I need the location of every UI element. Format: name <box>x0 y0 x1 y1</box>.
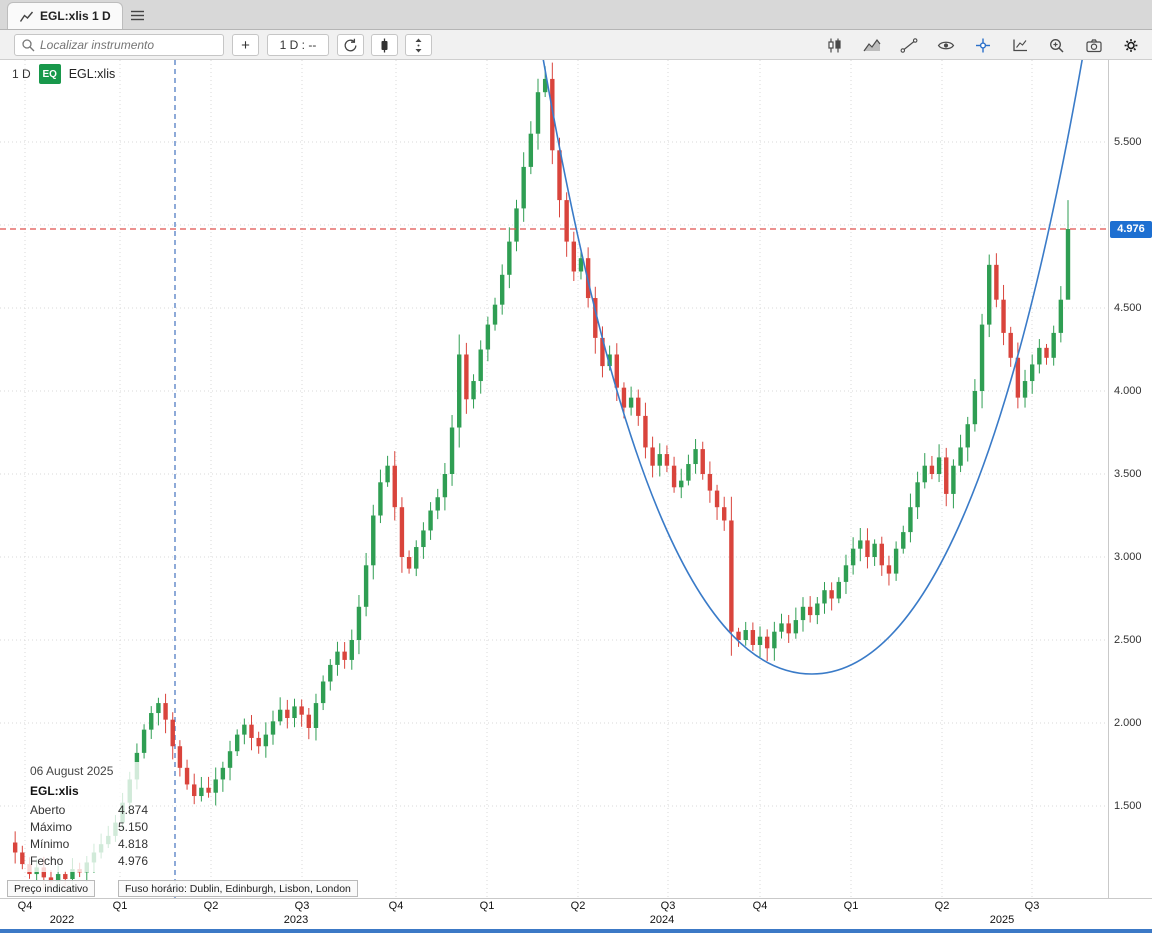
hamburger-menu-icon[interactable] <box>130 9 145 22</box>
axes-tool-button[interactable] <box>1007 35 1033 55</box>
tooltip-open-row: Aberto4.874 <box>30 802 148 819</box>
x-axis-year-label: 2024 <box>650 914 674 926</box>
x-axis-year-label: 2022 <box>50 914 74 926</box>
y-axis-label: 3.000 <box>1114 551 1142 563</box>
area-chart-tool-button[interactable] <box>859 35 885 55</box>
y-axis-label: 5.500 <box>1114 136 1142 148</box>
crosshair-tool-button[interactable] <box>970 35 996 55</box>
time-axis[interactable]: Q4 Q1 Q2 Q3 Q4 Q1 Q2 Q3 Q4 Q1 Q2 Q3 2022 2023 2024 2025 <box>0 898 1152 929</box>
gridlines <box>0 60 1108 898</box>
tooltip-high-row: Máximo5.150 <box>30 819 148 836</box>
trendline-tool-button[interactable] <box>896 35 922 55</box>
tooltip-date: 06 August 2025 <box>30 764 148 778</box>
ohlc-tooltip: 06 August 2025 EGL:xlis Aberto4.874 Máxi… <box>26 762 152 872</box>
refresh-icon <box>343 38 358 53</box>
tooltip-symbol: EGL:xlis <box>30 784 148 798</box>
line-chart-icon <box>19 10 34 23</box>
zoom-in-icon <box>1048 38 1066 53</box>
zoom-in-button[interactable] <box>1044 35 1070 55</box>
x-axis-quarter-label: Q3 <box>295 900 310 912</box>
current-price-badge: 4.976 <box>1110 221 1152 238</box>
area-chart-icon <box>863 38 881 53</box>
tooltip-low-row: Mínimo4.818 <box>30 836 148 853</box>
bar-size-icon <box>377 38 392 53</box>
crosshair-icon <box>974 38 992 53</box>
chart-legend: 1 D EQ EGL:xlis <box>12 64 115 84</box>
equity-type-badge: EQ <box>39 64 61 84</box>
x-axis-quarter-label: Q3 <box>1025 900 1040 912</box>
chart-tab[interactable]: EGL:xlis 1 D <box>7 2 123 29</box>
timezone-note: Fuso horário: Dublin, Edinburgh, Lisbon,… <box>118 880 358 897</box>
vertical-adjust-icon <box>411 38 426 53</box>
watch-tool-button[interactable] <box>933 35 959 55</box>
x-axis-quarter-label: Q3 <box>661 900 676 912</box>
price-chart[interactable] <box>0 60 1108 898</box>
adjust-button[interactable] <box>405 34 432 56</box>
camera-icon <box>1085 38 1103 53</box>
candlestick-tool-button[interactable] <box>822 35 848 55</box>
cup-curve-drawing[interactable] <box>543 60 1083 674</box>
instrument-search-input[interactable] <box>40 38 217 52</box>
x-axis-year-label: 2025 <box>990 914 1014 926</box>
tooltip-close-row: Fecho4.976 <box>30 853 148 870</box>
legend-symbol: EGL:xlis <box>69 67 116 81</box>
x-axis-quarter-label: Q1 <box>113 900 128 912</box>
candlestick-series <box>13 63 1070 895</box>
settings-button[interactable] <box>1118 35 1144 55</box>
x-axis-quarter-label: Q4 <box>389 900 404 912</box>
x-axis-quarter-label: Q2 <box>935 900 950 912</box>
y-axis-label: 4.500 <box>1114 302 1142 314</box>
trendline-icon <box>900 38 918 53</box>
instrument-search-box[interactable] <box>14 34 224 56</box>
price-axis[interactable]: 4.976 5.500 4.500 4.000 3.500 3.000 2.500 2.00… <box>1108 60 1152 898</box>
interval-button[interactable]: 1 D : -- <box>267 34 329 56</box>
indicative-price-note: Preço indicativo <box>7 880 95 897</box>
bar-style-button[interactable] <box>371 34 398 56</box>
tab-bar: EGL:xlis 1 D <box>0 0 1152 30</box>
chart-scrollbar[interactable] <box>0 929 1152 933</box>
axes-icon <box>1011 38 1029 53</box>
x-axis-quarter-label: Q4 <box>753 900 768 912</box>
tab-title: EGL:xlis 1 D <box>40 9 111 23</box>
y-axis-label: 4.000 <box>1114 385 1142 397</box>
y-axis-label: 1.500 <box>1114 800 1142 812</box>
x-axis-quarter-label: Q2 <box>204 900 219 912</box>
x-axis-quarter-label: Q1 <box>844 900 859 912</box>
x-axis-quarter-label: Q2 <box>571 900 586 912</box>
add-instrument-button[interactable]: + <box>232 34 259 56</box>
gear-icon <box>1122 38 1140 53</box>
y-axis-label: 3.500 <box>1114 468 1142 480</box>
refresh-button[interactable] <box>337 34 364 56</box>
x-axis-quarter-label: Q1 <box>480 900 495 912</box>
x-axis-year-label: 2023 <box>284 914 308 926</box>
y-axis-label: 2.500 <box>1114 634 1142 646</box>
screenshot-button[interactable] <box>1081 35 1107 55</box>
eye-icon <box>937 38 955 53</box>
search-icon <box>21 38 35 52</box>
trading-chart-window: EGL:xlis 1 D + 1 D : -- <box>0 0 1152 933</box>
legend-interval: 1 D <box>12 67 31 81</box>
candlestick-icon <box>826 38 844 53</box>
x-axis-quarter-label: Q4 <box>18 900 33 912</box>
y-axis-label: 2.000 <box>1114 717 1142 729</box>
chart-toolbar: + 1 D : -- <box>0 30 1152 60</box>
